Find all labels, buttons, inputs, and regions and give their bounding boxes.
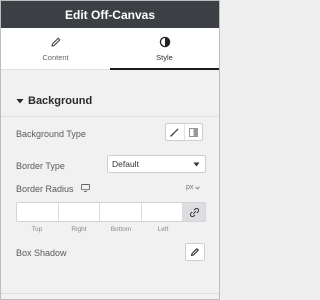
section-title: Background (28, 95, 93, 107)
box-shadow-edit-button[interactable] (185, 243, 205, 261)
border-radius-inputs (16, 202, 206, 222)
tab-style[interactable]: Style (110, 28, 219, 70)
panel-header: Edit Off-Canvas (1, 1, 219, 28)
box-shadow-label: Box Shadow (16, 248, 67, 258)
dim-label-left: Left (157, 226, 169, 233)
radius-bottom-input[interactable] (100, 203, 142, 221)
border-radius-label: Border Radius (16, 184, 74, 194)
unit-value: px (186, 184, 194, 191)
background-type-toggle (165, 123, 203, 141)
dim-label-right: Right (71, 226, 87, 233)
unit-select[interactable]: px (186, 184, 201, 191)
dim-label-top: Top (31, 226, 43, 233)
tab-bar: Content Style (1, 28, 219, 70)
border-type-select[interactable]: Default (107, 155, 206, 173)
section-divider (1, 116, 219, 117)
background-type-label: Background Type (16, 129, 86, 139)
dim-label-bottom: Bottom (110, 226, 132, 233)
brush-icon (170, 128, 179, 137)
tab-style-label: Style (156, 52, 173, 62)
tab-content-label: Content (42, 52, 69, 62)
link-values-button[interactable] (183, 203, 205, 221)
pencil-icon (50, 37, 60, 47)
panel-title: Edit Off-Canvas (64, 7, 155, 22)
chevron-down-icon (195, 186, 201, 190)
border-type-value: Default (112, 159, 139, 169)
dimension-labels: Top Right Bottom Left (16, 226, 184, 233)
link-icon (189, 207, 199, 217)
radius-left-input[interactable] (142, 203, 183, 221)
caret-down-icon (16, 99, 24, 104)
half-circle-icon (159, 36, 170, 47)
chevron-down-icon (193, 162, 200, 167)
tab-content[interactable]: Content (1, 28, 110, 70)
background-gradient-button[interactable] (183, 124, 203, 140)
gradient-icon (188, 127, 198, 137)
bottom-divider (1, 293, 219, 294)
radius-right-input[interactable] (59, 203, 100, 221)
pencil-icon (190, 248, 199, 257)
border-type-label: Border Type (16, 161, 65, 171)
monitor-icon[interactable] (81, 184, 90, 192)
background-classic-button[interactable] (166, 124, 184, 140)
radius-top-input[interactable] (17, 203, 59, 221)
section-toggle-background[interactable]: Background (16, 95, 92, 107)
style-panel: Background Background Type Border Type D… (1, 71, 219, 294)
